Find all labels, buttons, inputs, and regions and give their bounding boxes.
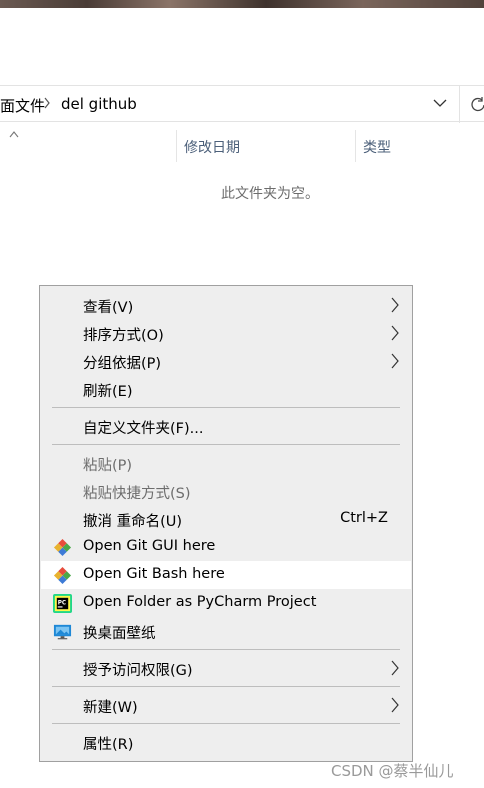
watermark: CSDN @蔡半仙儿 — [331, 762, 454, 780]
menu-item-label: 刷新(E) — [83, 384, 133, 400]
menu-item-new[interactable]: 新建(W) — [41, 691, 411, 719]
menu-divider — [52, 407, 400, 408]
menu-item-group[interactable]: 分组依据(P) — [41, 347, 411, 375]
menu-item-label: 排序方式(O) — [83, 328, 164, 344]
menu-item-label: Open Git GUI here — [83, 538, 216, 554]
column-divider[interactable] — [176, 130, 177, 162]
pycharm-icon: PC — [53, 594, 72, 613]
breadcrumb-parent[interactable]: 面文件 — [0, 95, 45, 116]
menu-divider — [52, 686, 400, 687]
column-modified-date[interactable]: 修改日期 — [184, 137, 240, 157]
menu-item-label: Open Folder as PyCharm Project — [83, 594, 317, 610]
refresh-icon[interactable] — [470, 96, 484, 112]
menu-item-label: 新建(W) — [83, 700, 138, 716]
menu-item-label: 查看(V) — [83, 300, 134, 316]
column-divider[interactable] — [355, 130, 356, 162]
keyboard-shortcut: Ctrl+Z — [340, 510, 388, 526]
menu-item-grant-access[interactable]: 授予访问权限(G) — [41, 654, 411, 682]
menu-item-label: 粘贴快捷方式(S) — [83, 486, 191, 502]
chevron-right-icon — [391, 297, 399, 313]
breadcrumb-current[interactable]: del github — [61, 95, 137, 113]
menu-item-label: 分组依据(P) — [83, 356, 162, 372]
menu-item-label: 自定义文件夹(F)... — [83, 421, 204, 437]
empty-folder-message: 此文件夹为空。 — [221, 186, 319, 202]
column-type[interactable]: 类型 — [363, 137, 391, 157]
chevron-down-icon[interactable] — [433, 97, 447, 109]
menu-item-pycharm[interactable]: PC Open Folder as PyCharm Project — [41, 589, 411, 617]
column-header-row: 修改日期 类型 — [0, 125, 484, 165]
menu-item-sort[interactable]: 排序方式(O) — [41, 319, 411, 347]
menu-item-label: Open Git Bash here — [83, 566, 225, 582]
menu-item-refresh[interactable]: 刷新(E) — [41, 375, 411, 403]
menu-item-change-wallpaper[interactable]: 换桌面壁纸 — [41, 617, 411, 645]
menu-divider — [52, 444, 400, 445]
chevron-right-icon — [391, 353, 399, 369]
chevron-right-icon — [391, 325, 399, 341]
svg-text:PC: PC — [58, 600, 66, 606]
sort-up-icon[interactable] — [9, 130, 19, 138]
menu-item-label: 撤消 重命名(U) — [83, 514, 183, 530]
wallpaper-strip — [0, 0, 484, 8]
menu-item-view[interactable]: 查看(V) — [41, 291, 411, 319]
menu-divider — [52, 649, 400, 650]
menu-item-label: 粘贴(P) — [83, 458, 133, 474]
address-bar[interactable]: 面文件 del github — [0, 85, 484, 123]
menu-item-paste-shortcut[interactable]: 粘贴快捷方式(S) — [41, 477, 411, 505]
address-divider — [459, 86, 460, 123]
menu-item-customize-folder[interactable]: 自定义文件夹(F)... — [41, 412, 411, 440]
menu-item-properties[interactable]: 属性(R) — [41, 728, 411, 756]
menu-item-paste[interactable]: 粘贴(P) — [41, 449, 411, 477]
git-icon — [53, 566, 72, 585]
menu-item-label: 属性(R) — [83, 737, 134, 753]
context-menu: 查看(V) 排序方式(O) 分组依据(P) 刷新(E) 自定义文件夹(F)...… — [39, 285, 413, 762]
menu-item-git-bash[interactable]: Open Git Bash here — [41, 561, 411, 589]
menu-item-git-gui[interactable]: Open Git GUI here — [41, 533, 411, 561]
chevron-right-icon — [391, 660, 399, 676]
wallpaper-icon — [53, 624, 72, 640]
menu-item-undo-rename[interactable]: 撤消 重命名(U) Ctrl+Z — [41, 505, 411, 533]
menu-divider — [52, 723, 400, 724]
chevron-right-icon — [391, 697, 399, 713]
menu-item-label: 授予访问权限(G) — [83, 663, 193, 679]
git-icon — [53, 538, 72, 557]
menu-item-label: 换桌面壁纸 — [83, 626, 156, 642]
chevron-right-icon[interactable] — [42, 96, 52, 110]
